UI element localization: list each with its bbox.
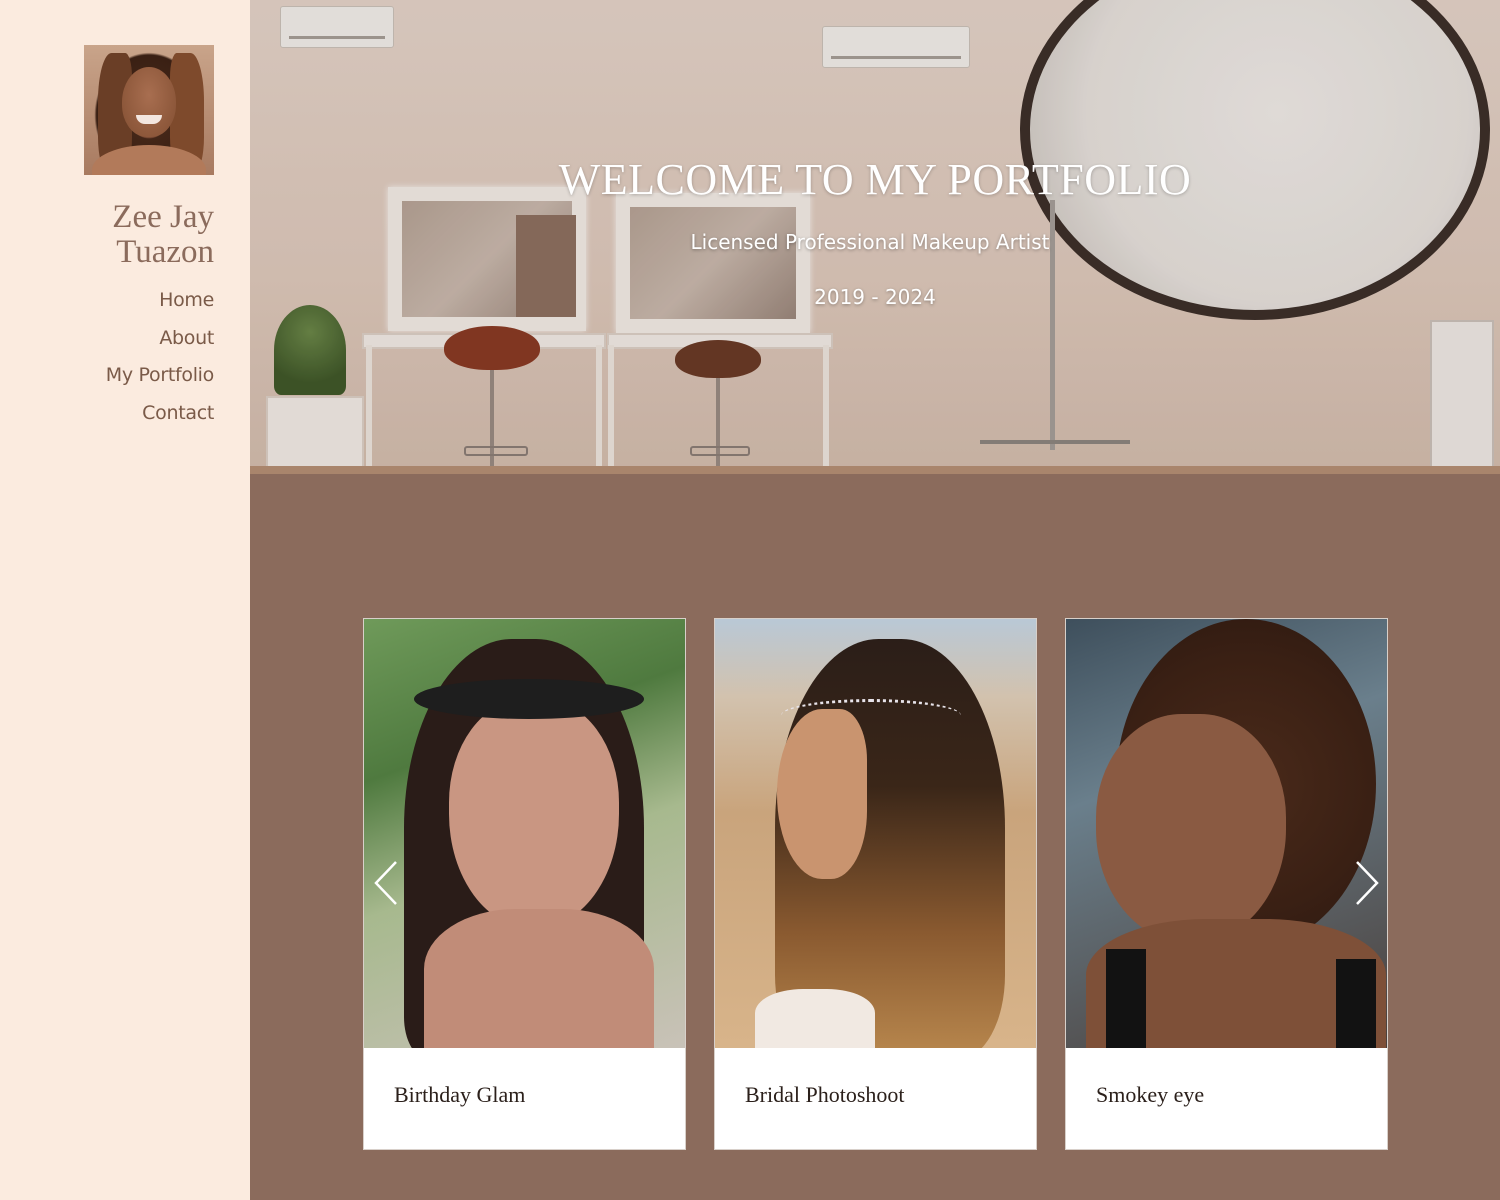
hero-years: 2019 - 2024 bbox=[814, 285, 936, 309]
nav-home[interactable]: Home bbox=[106, 282, 214, 320]
nav-about[interactable]: About bbox=[106, 320, 214, 358]
portfolio-card[interactable]: Birthday Glam bbox=[363, 618, 686, 1150]
portfolio-photo-smokey-eye bbox=[1066, 619, 1387, 1048]
card-caption: Birthday Glam bbox=[394, 1082, 526, 1107]
portfolio-photo-birthday-glam bbox=[364, 619, 685, 1048]
chevron-right-icon bbox=[1356, 861, 1379, 905]
card-caption: Smokey eye bbox=[1096, 1082, 1205, 1107]
nav-my-portfolio[interactable]: My Portfolio bbox=[106, 357, 215, 395]
hero-banner: WELCOME TO MY PORTFOLIO Licensed Profess… bbox=[250, 0, 1500, 474]
portfolio-card[interactable]: Smokey eye bbox=[1065, 618, 1388, 1150]
site-name-line2: Tuazon bbox=[116, 234, 214, 270]
hero-title: WELCOME TO MY PORTFOLIO bbox=[558, 155, 1192, 204]
hero-subtitle: Licensed Professional Makeup Artist bbox=[690, 230, 1050, 254]
card-caption: Bridal Photoshoot bbox=[745, 1082, 905, 1107]
site-name-line1: Zee Jay bbox=[112, 199, 214, 235]
carousel-prev-button[interactable] bbox=[372, 860, 402, 906]
carousel-next-button[interactable] bbox=[1351, 860, 1381, 906]
main-nav: Home About My Portfolio Contact bbox=[106, 282, 215, 433]
nav-contact[interactable]: Contact bbox=[106, 395, 214, 433]
chevron-left-icon bbox=[374, 861, 397, 905]
portfolio-card[interactable]: Bridal Photoshoot bbox=[714, 618, 1037, 1150]
portfolio-carousel: Birthday Glam Bridal Photoshoot Smokey e… bbox=[363, 618, 1388, 1150]
sidebar: Zee Jay Tuazon Home About My Portfolio C… bbox=[0, 0, 250, 1200]
portfolio-photo-bridal-photoshoot bbox=[715, 619, 1036, 1048]
avatar bbox=[84, 45, 214, 175]
site-name[interactable]: Zee Jay Tuazon bbox=[14, 200, 214, 270]
